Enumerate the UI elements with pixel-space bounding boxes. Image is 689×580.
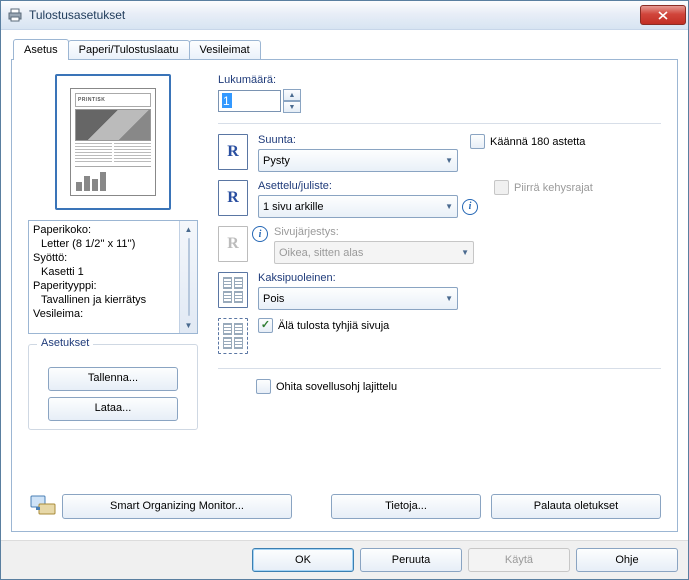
monitor-icon [28,491,58,521]
page-preview: PRINTISK [55,74,171,210]
summary-watermark-label: Vesileima: [33,307,175,321]
skipblank-label: Älä tulosta tyhjiä sivuja [278,320,389,332]
scroll-down-icon[interactable]: ▼ [181,317,196,333]
cancel-button[interactable]: Peruuta [360,548,462,572]
tab-setup[interactable]: Asetus [13,39,69,60]
orientation-icon: R [218,134,248,170]
tab-watermarks[interactable]: Vesileimat [189,40,261,59]
layout-select[interactable]: 1 sivu arkille ▼ [258,195,458,218]
printer-icon [7,7,23,23]
settings-group-title: Asetukset [37,337,93,349]
rotate180-label: Käännä 180 astetta [490,136,585,148]
smart-monitor-button[interactable]: Smart Organizing Monitor... [62,494,292,519]
chevron-down-icon: ▼ [445,202,453,211]
help-button[interactable]: Ohje [576,548,678,572]
load-button[interactable]: Lataa... [48,397,178,421]
skipblank-icon [218,318,248,354]
scroll-up-icon[interactable]: ▲ [181,221,196,237]
ok-button[interactable]: OK [252,548,354,572]
info-icon[interactable]: i [462,199,478,215]
checkbox-icon [256,379,271,394]
duplex-select[interactable]: Pois ▼ [258,287,458,310]
window-title: Tulostusasetukset [29,8,640,22]
close-button[interactable] [640,5,686,25]
checkbox-icon [494,180,509,195]
scroll-thumb[interactable] [188,238,190,316]
duplex-label: Kaksipuoleinen: [258,272,458,284]
summary-papersize-label: Paperikoko: [33,223,175,237]
tab-strip: Asetus Paperi/Tulostuslaatu Vesileimat [13,38,678,59]
pageorder-icon: R [218,226,248,262]
ignoresort-checkbox[interactable]: Ohita sovellusohj lajittelu [256,379,661,394]
save-button[interactable]: Tallenna... [48,367,178,391]
skipblank-checkbox[interactable]: Älä tulosta tyhjiä sivuja [258,318,389,333]
summary-input-value: Kasetti 1 [33,265,175,279]
summary-papersize-value: Letter (8 1/2'' x 11'') [33,237,175,251]
ignoresort-label: Ohita sovellusohj lajittelu [276,381,397,393]
drawframe-label: Piirrä kehysrajat [514,182,593,194]
copies-label: Lukumäärä: [218,74,661,86]
layout-value: 1 sivu arkille [263,201,324,213]
rotate180-checkbox[interactable]: Käännä 180 astetta [470,134,585,149]
info-icon[interactable]: i [252,226,268,242]
orientation-label: Suunta: [258,134,458,146]
pageorder-select: Oikea, sitten alas ▼ [274,241,474,264]
settings-group: Asetukset Tallenna... Lataa... [28,344,198,430]
layout-icon: R [218,180,248,216]
checkbox-checked-icon [258,318,273,333]
summary-scrollbar[interactable]: ▲ ▼ [179,221,197,333]
close-icon [658,11,668,20]
orientation-value: Pysty [263,155,290,167]
summary-papertype-value: Tavallinen ja kierrätys [33,293,175,307]
copies-spin-down[interactable]: ▼ [283,101,301,113]
pageorder-label: Sivujärjestys: [274,226,474,238]
drawframe-checkbox: Piirrä kehysrajat [494,180,593,195]
copies-spin-up[interactable]: ▲ [283,89,301,101]
about-button[interactable]: Tietoja... [331,494,481,519]
duplex-icon [218,272,248,308]
copies-input[interactable] [218,90,281,112]
summary-input-label: Syöttö: [33,251,175,265]
chevron-down-icon: ▼ [461,248,469,257]
chevron-down-icon: ▼ [445,294,453,303]
pageorder-value: Oikea, sitten alas [279,247,363,259]
chevron-down-icon: ▼ [445,156,453,165]
settings-summary: Paperikoko: Letter (8 1/2'' x 11'') Syöt… [28,220,198,334]
duplex-value: Pois [263,293,284,305]
layout-label: Asettelu/juliste: [258,180,482,192]
restore-defaults-button[interactable]: Palauta oletukset [491,494,661,519]
orientation-select[interactable]: Pysty ▼ [258,149,458,172]
tab-paper-quality[interactable]: Paperi/Tulostuslaatu [68,40,190,59]
summary-papertype-label: Paperityyppi: [33,279,175,293]
apply-button: Käytä [468,548,570,572]
checkbox-icon [470,134,485,149]
